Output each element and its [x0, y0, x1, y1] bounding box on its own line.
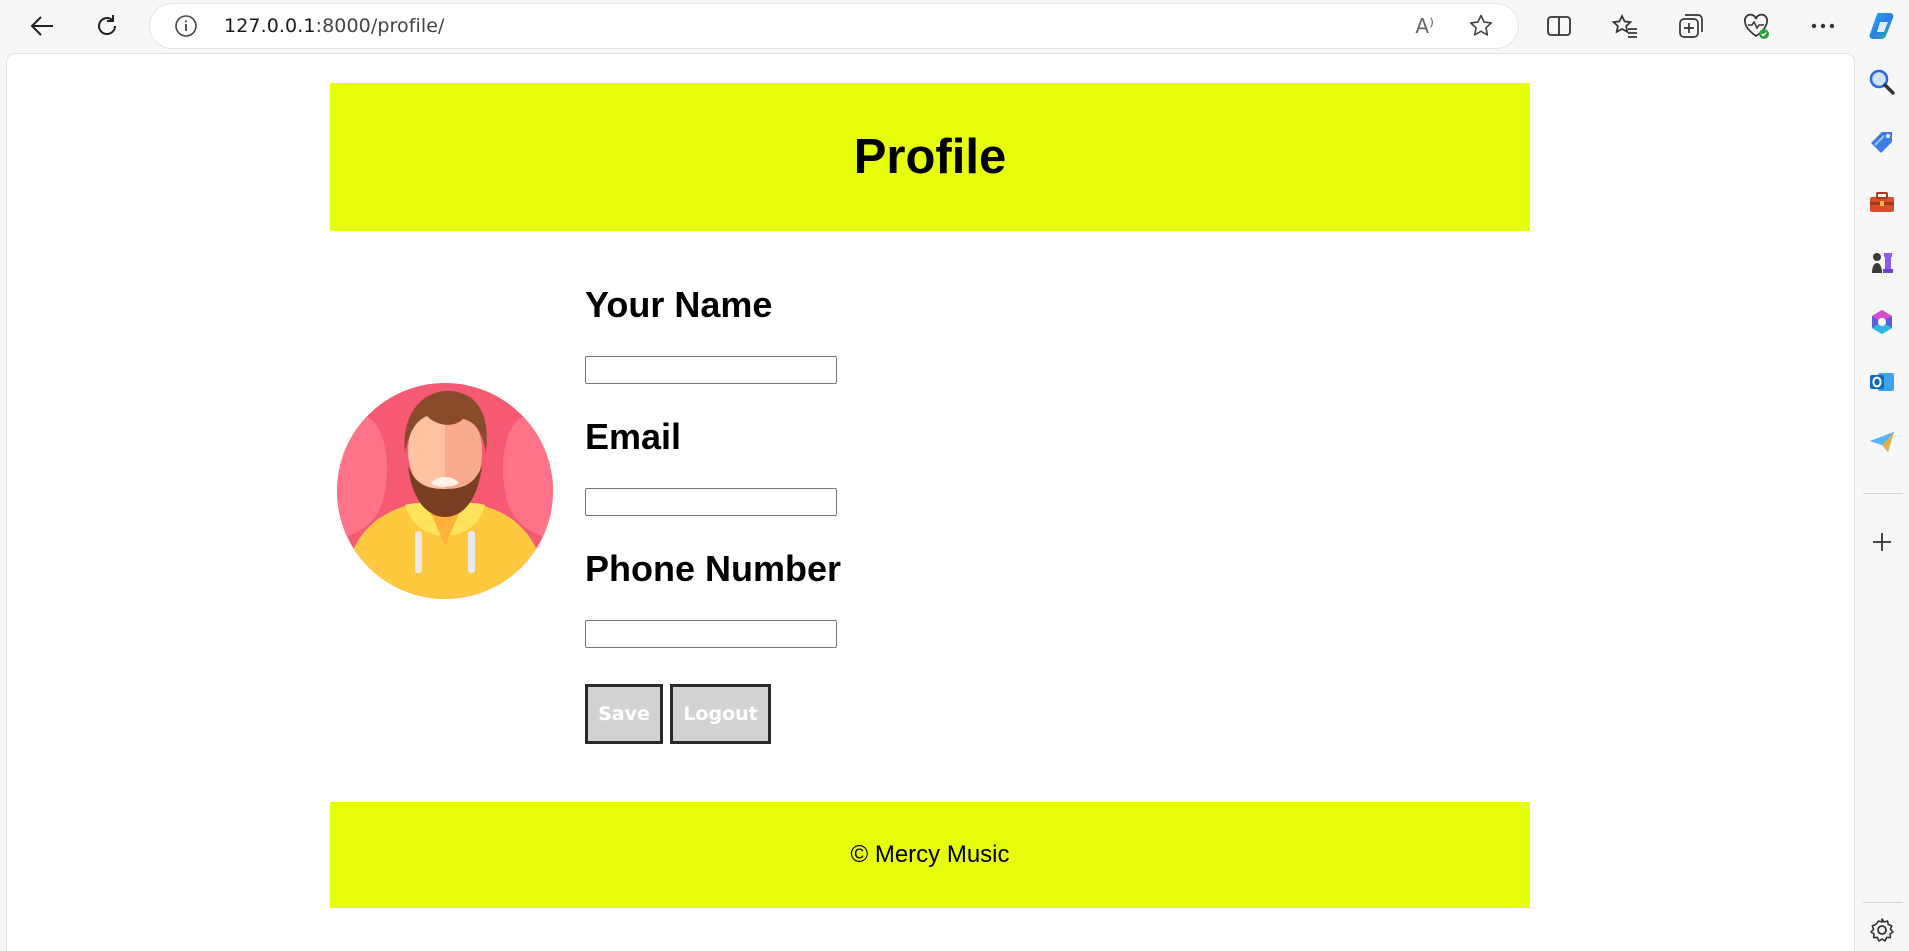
browser-toolbar: 127.0.0.1:8000/profile/ A⁾: [0, 0, 1909, 52]
back-icon: [30, 16, 53, 36]
refresh-button[interactable]: [89, 8, 125, 44]
footer-copyright: © Mercy Music: [850, 841, 1010, 868]
email-input[interactable]: [585, 488, 837, 516]
sidebar-divider-bottom: [1863, 902, 1903, 903]
address-bar[interactable]: 127.0.0.1:8000/profile/ A⁾: [150, 4, 1518, 48]
microsoft-365-icon: [1872, 310, 1892, 334]
split-screen-button[interactable]: [1543, 10, 1575, 42]
copilot-icon: [1869, 13, 1894, 39]
settings-icon: [1870, 918, 1894, 942]
url-path: :8000/profile/: [315, 15, 445, 37]
page-title: Profile: [853, 130, 1007, 184]
url-text[interactable]: 127.0.0.1:8000/profile/: [224, 15, 445, 37]
sidebar-games-button[interactable]: [1867, 247, 1897, 277]
phone-label: Phone Number: [585, 548, 842, 589]
sidebar-drop-button[interactable]: [1867, 427, 1897, 457]
profile-header: Profile: [330, 83, 1530, 231]
favorites-icon: [1611, 14, 1637, 38]
sidebar-settings-button[interactable]: [1867, 915, 1897, 945]
browser-sidebar: [1855, 52, 1909, 951]
games-icon: [1872, 253, 1893, 273]
email-label: Email: [585, 416, 682, 457]
outlook-icon: [1870, 373, 1894, 391]
sidebar-divider: [1863, 493, 1903, 494]
sidebar-search-button[interactable]: [1867, 67, 1897, 97]
name-input[interactable]: [585, 356, 837, 384]
sidebar-m365-button[interactable]: [1867, 307, 1897, 337]
shopping-tag-icon: [1871, 132, 1892, 153]
name-label: Your Name: [585, 284, 773, 325]
info-icon[interactable]: [174, 14, 198, 38]
url-host: 127.0.0.1: [224, 15, 316, 37]
read-aloud-icon[interactable]: A⁾: [1415, 14, 1434, 38]
phone-input[interactable]: [585, 620, 837, 648]
more-button[interactable]: [1807, 10, 1839, 42]
sidebar-shopping-button[interactable]: [1867, 127, 1897, 157]
collections-button[interactable]: [1675, 10, 1707, 42]
sidebar-outlook-button[interactable]: [1867, 367, 1897, 397]
save-button[interactable]: Save: [585, 684, 663, 744]
logout-button[interactable]: Logout: [670, 684, 771, 744]
page-viewport: Profile Your Name Email Phone Number Sav…: [7, 54, 1854, 951]
page-footer: © Mercy Music: [330, 802, 1530, 908]
tools-icon: [1870, 192, 1894, 212]
search-icon: [1869, 69, 1895, 95]
favorites-button[interactable]: [1609, 10, 1641, 42]
add-icon: [1873, 533, 1891, 551]
drop-icon: [1870, 432, 1894, 452]
avatar: [337, 383, 553, 599]
copilot-button[interactable]: [1867, 10, 1899, 42]
split-screen-icon: [1547, 16, 1571, 36]
back-button[interactable]: [24, 8, 60, 44]
more-icon: [1811, 23, 1835, 29]
browser-essentials-icon: [1744, 13, 1769, 39]
favorite-star-icon[interactable]: [1468, 13, 1494, 39]
sidebar-tools-button[interactable]: [1867, 187, 1897, 217]
refresh-icon: [98, 15, 117, 35]
sidebar-add-button[interactable]: [1867, 527, 1897, 557]
browser-essentials-button[interactable]: [1740, 10, 1772, 42]
collections-icon: [1679, 14, 1703, 38]
